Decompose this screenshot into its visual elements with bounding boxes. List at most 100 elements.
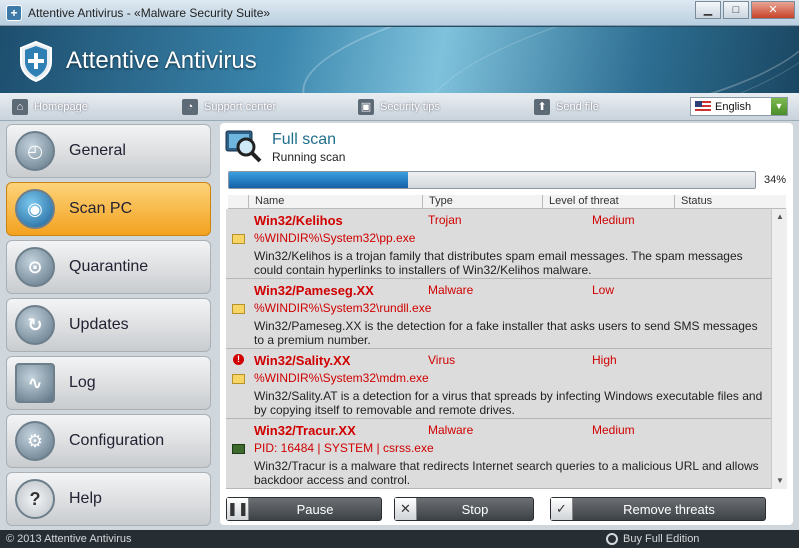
scan-title: Full scan (272, 131, 337, 148)
sidebar-item-help[interactable]: ? Help (6, 472, 211, 526)
threat-level: Low (592, 283, 615, 297)
upload-icon: ⬆ (534, 99, 550, 115)
help-icon: ? (15, 479, 55, 519)
home-icon: ⌂ (12, 99, 28, 115)
power-icon (606, 533, 618, 545)
lock-icon: ▣ (358, 99, 374, 115)
brand-name: Attentive Antivirus (66, 47, 257, 74)
nav-send-file[interactable]: ⬆ Send file (534, 99, 599, 115)
threat-row[interactable]: Win32/Tracur.XX Malware Medium PID: 1648… (226, 419, 771, 489)
monitor-icon: ∿ (15, 363, 55, 403)
table-header: Name Type Level of threat Status (228, 195, 786, 209)
sidebar-item-label: Updates (69, 316, 129, 333)
scan-progress-bar (228, 171, 756, 189)
language-select[interactable]: English ▼ (690, 97, 788, 116)
column-header[interactable]: Status (674, 195, 786, 208)
nav-support-center[interactable]: ◔ Support center (182, 99, 276, 115)
sidebar-item-log[interactable]: ∿ Log (6, 356, 211, 410)
nav-label: Homepage (34, 101, 88, 113)
scroll-up-icon[interactable]: ▲ (772, 209, 788, 225)
remove-threats-button[interactable]: ✓ Remove threats (550, 497, 766, 521)
sidebar-item-label: General (69, 142, 126, 159)
threat-row[interactable]: Win32/Kelihos Trojan Medium %WINDIR%\Sys… (226, 209, 771, 279)
buy-label: Buy Full Edition (623, 533, 700, 545)
nav-label: Support center (204, 101, 277, 113)
scan-panel: Full scan Running scan 34% Name Type Lev… (220, 123, 793, 525)
nav-label: Send file (556, 101, 599, 113)
threat-row[interactable]: Win32/Pameseg.XX Malware Low %WINDIR%\Sy… (226, 279, 771, 349)
nav-security-tips[interactable]: ▣ Security tips (358, 99, 440, 115)
magnifier-icon (225, 130, 262, 163)
scroll-down-icon[interactable]: ▼ (772, 473, 788, 489)
threat-type: Virus (428, 353, 456, 367)
shield-logo-icon (20, 40, 52, 82)
stop-button[interactable]: ✕ Stop (394, 497, 534, 521)
refresh-icon: ↻ (15, 305, 55, 345)
header-spacer (228, 195, 248, 208)
app-shield-icon: + (6, 4, 22, 21)
progress-fill (229, 172, 408, 188)
close-button[interactable]: ✕ (751, 1, 795, 19)
checkmark-icon: ✓ (551, 498, 573, 520)
vertical-scrollbar[interactable]: ▲ ▼ (771, 209, 787, 489)
process-icon (232, 444, 245, 454)
threat-name: Win32/Pameseg.XX (254, 283, 374, 298)
threat-level: Medium (592, 423, 635, 437)
sidebar-item-label: Scan PC (69, 200, 133, 217)
threat-path: %WINDIR%\System32\mdm.exe (254, 371, 429, 385)
maximize-button[interactable]: □ (723, 1, 749, 19)
threat-level: High (592, 353, 617, 367)
sidebar-item-configuration[interactable]: ⚙ Configuration (6, 414, 211, 468)
column-header[interactable]: Type (422, 195, 542, 208)
sidebar-item-scan-pc[interactable]: ◉ Scan PC (6, 182, 211, 236)
threat-name: Win32/Kelihos (254, 213, 343, 228)
main-area: Full scan Running scan 34% Name Type Lev… (218, 121, 799, 530)
dashboard-icon: ◴ (15, 131, 55, 171)
sidebar-item-label: Log (69, 374, 96, 391)
threat-description: Win32/Sality.AT is a detection for a vir… (254, 389, 763, 417)
minimize-button[interactable]: ▁ (695, 1, 721, 19)
threat-list: Win32/Kelihos Trojan Medium %WINDIR%\Sys… (226, 209, 771, 489)
threat-description: Win32/Kelihos is a trojan family that di… (254, 249, 743, 277)
us-flag-icon (695, 101, 711, 112)
progress-percent: 34% (764, 174, 787, 186)
window-controls: ▁ □ ✕ (693, 1, 795, 19)
threat-description: Win32/Tracur is a malware that redirects… (254, 459, 759, 487)
threat-name: Win32/Sality.XX (254, 353, 351, 368)
nav-label: Security tips (380, 101, 440, 113)
column-header[interactable]: Level of threat (542, 195, 674, 208)
threat-path: PID: 16484 | SYSTEM | csrss.exe (254, 441, 434, 455)
status-bar: © 2013 Attentive Antivirus Buy Full Edit… (0, 530, 799, 548)
column-header[interactable]: Name (248, 195, 422, 208)
threat-row[interactable]: ! Win32/Sality.XX Virus High %WINDIR%\Sy… (226, 349, 771, 419)
title-bar: + Attentive Antivirus - «Malware Securit… (0, 0, 799, 26)
stop-icon: ✕ (395, 498, 417, 520)
padlock-icon: ⊙ (15, 247, 55, 287)
threat-path: %WINDIR%\System32\rundll.exe (254, 301, 432, 315)
chevron-down-icon[interactable]: ▼ (771, 98, 787, 115)
pause-label: Pause (296, 501, 334, 517)
copyright: © 2013 Attentive Antivirus (6, 533, 132, 545)
window-title: Attentive Antivirus - «Malware Security … (28, 5, 271, 20)
threat-path: %WINDIR%\System32\pp.exe (254, 231, 416, 245)
scan-status: Running scan (272, 150, 346, 164)
folder-icon (232, 304, 245, 314)
threat-name: Win32/Tracur.XX (254, 423, 356, 438)
pause-button[interactable]: ❚❚ Pause (226, 497, 382, 521)
sidebar-item-label: Configuration (69, 432, 165, 449)
language-value: English (715, 100, 752, 113)
remove-threats-label: Remove threats (623, 501, 715, 517)
sidebar-item-updates[interactable]: ↻ Updates (6, 298, 211, 352)
threat-type: Trojan (428, 213, 462, 227)
threat-type: Malware (428, 283, 474, 297)
alert-icon: ! (233, 354, 244, 365)
sidebar-item-general[interactable]: ◴ General (6, 124, 211, 178)
nav-homepage[interactable]: ⌂ Homepage (12, 99, 88, 115)
sidebar-item-quarantine[interactable]: ⊙ Quarantine (6, 240, 211, 294)
stop-label: Stop (461, 501, 489, 517)
sidebar-item-label: Help (69, 490, 102, 507)
sidebar: ◴ General ◉ Scan PC ⊙ Quarantine ↻ Updat… (0, 121, 218, 530)
sidebar-item-label: Quarantine (69, 258, 149, 275)
pause-icon: ❚❚ (227, 498, 249, 520)
buy-full-edition-link[interactable]: Buy Full Edition (606, 533, 699, 545)
